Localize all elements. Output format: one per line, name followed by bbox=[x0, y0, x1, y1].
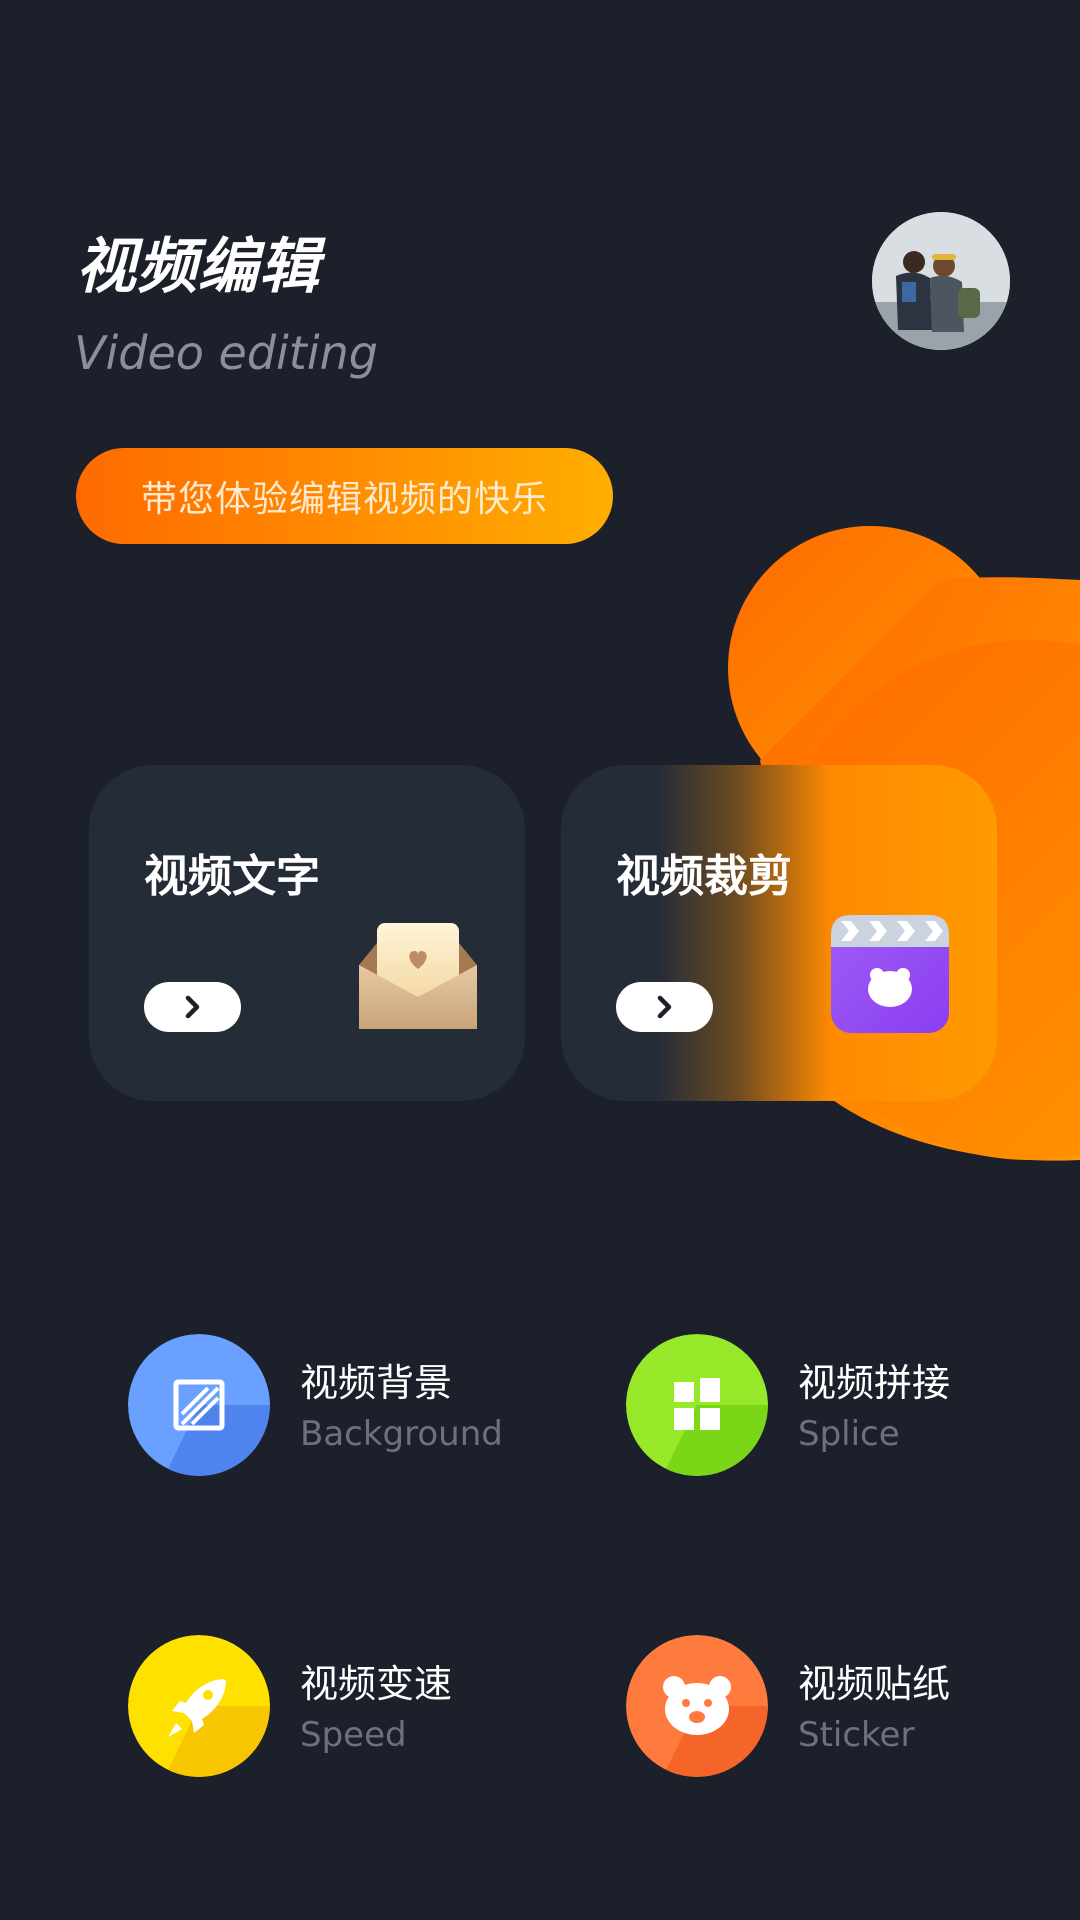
tool-speed[interactable]: 视频变速 Speed bbox=[128, 1635, 528, 1777]
grid-icon bbox=[626, 1334, 768, 1476]
chevron-right-icon bbox=[657, 995, 671, 1019]
background-icon bbox=[128, 1334, 270, 1476]
tool-name: 视频背景 bbox=[300, 1361, 453, 1405]
card-title: 视频裁剪 bbox=[616, 851, 792, 902]
envelope-heart-icon bbox=[359, 923, 477, 1029]
clapperboard-bear-icon bbox=[831, 915, 949, 1033]
tool-subtitle: Background bbox=[300, 1414, 503, 1454]
card-go-button[interactable] bbox=[144, 982, 241, 1032]
card-go-button[interactable] bbox=[616, 982, 713, 1032]
rocket-icon bbox=[128, 1635, 270, 1777]
tool-name: 视频变速 bbox=[300, 1662, 453, 1706]
page-title: 视频编辑 bbox=[76, 232, 320, 302]
tool-subtitle: Sticker bbox=[798, 1715, 915, 1755]
avatar[interactable] bbox=[872, 212, 1010, 350]
card-video-crop[interactable]: 视频裁剪 bbox=[561, 765, 997, 1101]
tool-name: 视频拼接 bbox=[798, 1361, 951, 1405]
tool-name: 视频贴纸 bbox=[798, 1662, 951, 1706]
chevron-right-icon bbox=[185, 995, 199, 1019]
tool-sticker[interactable]: 视频贴纸 Sticker bbox=[626, 1635, 1026, 1777]
tool-subtitle: Speed bbox=[300, 1715, 407, 1755]
tagline-banner[interactable]: 带您体验编辑视频的快乐 bbox=[76, 448, 613, 544]
tool-background[interactable]: 视频背景 Background bbox=[128, 1334, 528, 1476]
tool-subtitle: Splice bbox=[798, 1414, 900, 1454]
bear-icon bbox=[626, 1635, 768, 1777]
card-title: 视频文字 bbox=[144, 851, 320, 902]
tool-splice[interactable]: 视频拼接 Splice bbox=[626, 1334, 1026, 1476]
avatar-photo-icon bbox=[872, 212, 1010, 350]
card-video-text[interactable]: 视频文字 bbox=[89, 765, 525, 1101]
page-subtitle: Video editing bbox=[74, 326, 378, 380]
